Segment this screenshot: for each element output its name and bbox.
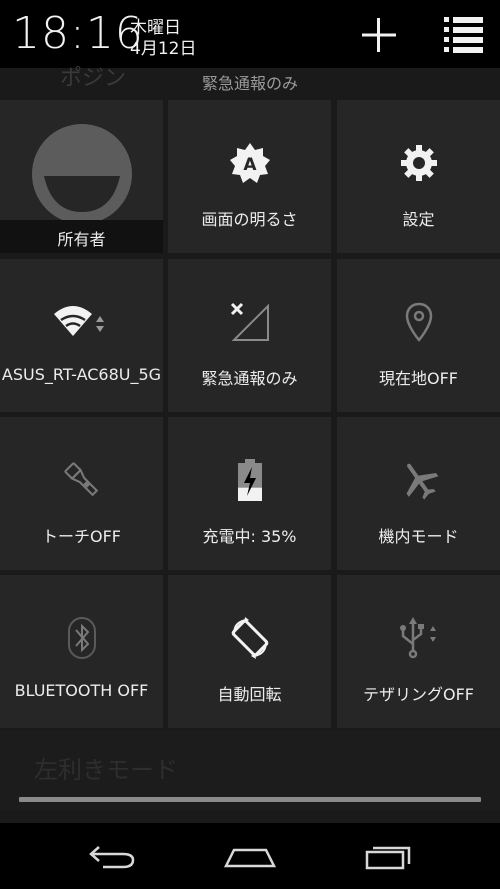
- settings-label: 設定: [402, 210, 435, 229]
- auto-rotate-icon: [231, 617, 268, 659]
- battery-label: 充電中: 35%: [202, 527, 297, 546]
- status-bar: 18:16 木曜日 4月12日: [0, 0, 500, 68]
- torch-label: トーチOFF: [41, 527, 121, 546]
- auto-rotate-tile[interactable]: 自動回転: [168, 575, 331, 728]
- notification-list-icon: [444, 17, 483, 53]
- no-signal-icon: [230, 302, 269, 341]
- bluetooth-label: BLUETOOTH OFF: [14, 681, 149, 700]
- home-icon: [223, 848, 277, 868]
- brightness-auto-icon: A: [229, 143, 270, 183]
- brightness-label: 画面の明るさ: [201, 210, 298, 229]
- battery-charging-icon: [237, 459, 262, 501]
- battery-tile[interactable]: 充電中: 35%: [168, 417, 331, 570]
- wifi-label: ASUS_RT-AC68U_5G: [1, 365, 162, 384]
- bluetooth-tile[interactable]: BLUETOOTH OFF: [0, 575, 163, 728]
- settings-tile[interactable]: 設定: [337, 100, 500, 253]
- location-label: 現在地OFF: [378, 369, 458, 388]
- date: 4月12日: [130, 39, 197, 59]
- svg-text:A: A: [243, 155, 257, 175]
- usb-icon: [399, 617, 436, 659]
- back-button[interactable]: [76, 835, 146, 879]
- owner-tile[interactable]: 所有者: [0, 100, 163, 253]
- emergency-only-label: 緊急通報のみ: [201, 74, 298, 93]
- auto-rotate-label: 自動回転: [217, 685, 282, 704]
- wifi-icon: [53, 306, 104, 336]
- avatar-icon: [32, 124, 132, 224]
- mobile-data-tile[interactable]: 緊急通報のみ: [168, 259, 331, 412]
- recents-button[interactable]: [354, 835, 424, 879]
- back-icon: [89, 846, 135, 869]
- flashlight-icon: [63, 462, 98, 497]
- brightness-tile[interactable]: A 画面の明るさ: [168, 100, 331, 253]
- owner-label: 所有者: [57, 230, 106, 249]
- torch-tile[interactable]: トーチOFF: [0, 417, 163, 570]
- airplane-mode-tile[interactable]: 機内モード: [337, 417, 500, 570]
- panel-drag-handle[interactable]: [19, 797, 481, 802]
- add-button[interactable]: [358, 14, 400, 56]
- background-ghost-text-bottom: 左利きモード: [34, 756, 178, 784]
- tethering-tile[interactable]: テザリングOFF: [337, 575, 500, 728]
- gear-icon: [400, 145, 437, 181]
- location-tile[interactable]: 現在地OFF: [337, 259, 500, 412]
- airplane-mode-label: 機内モード: [378, 527, 459, 546]
- recents-icon: [365, 846, 411, 870]
- notification-list-button[interactable]: [440, 14, 486, 54]
- clock: 18:16: [12, 8, 144, 59]
- airplane-icon: [406, 463, 438, 500]
- bluetooth-icon: [67, 617, 96, 659]
- plus-icon: [362, 18, 396, 52]
- location-pin-icon: [405, 302, 432, 342]
- wifi-tile[interactable]: ASUS_RT-AC68U_5G: [0, 259, 163, 412]
- home-button[interactable]: [215, 835, 285, 879]
- tethering-label: テザリングOFF: [362, 685, 474, 704]
- mobile-data-label: 緊急通報のみ: [201, 369, 298, 388]
